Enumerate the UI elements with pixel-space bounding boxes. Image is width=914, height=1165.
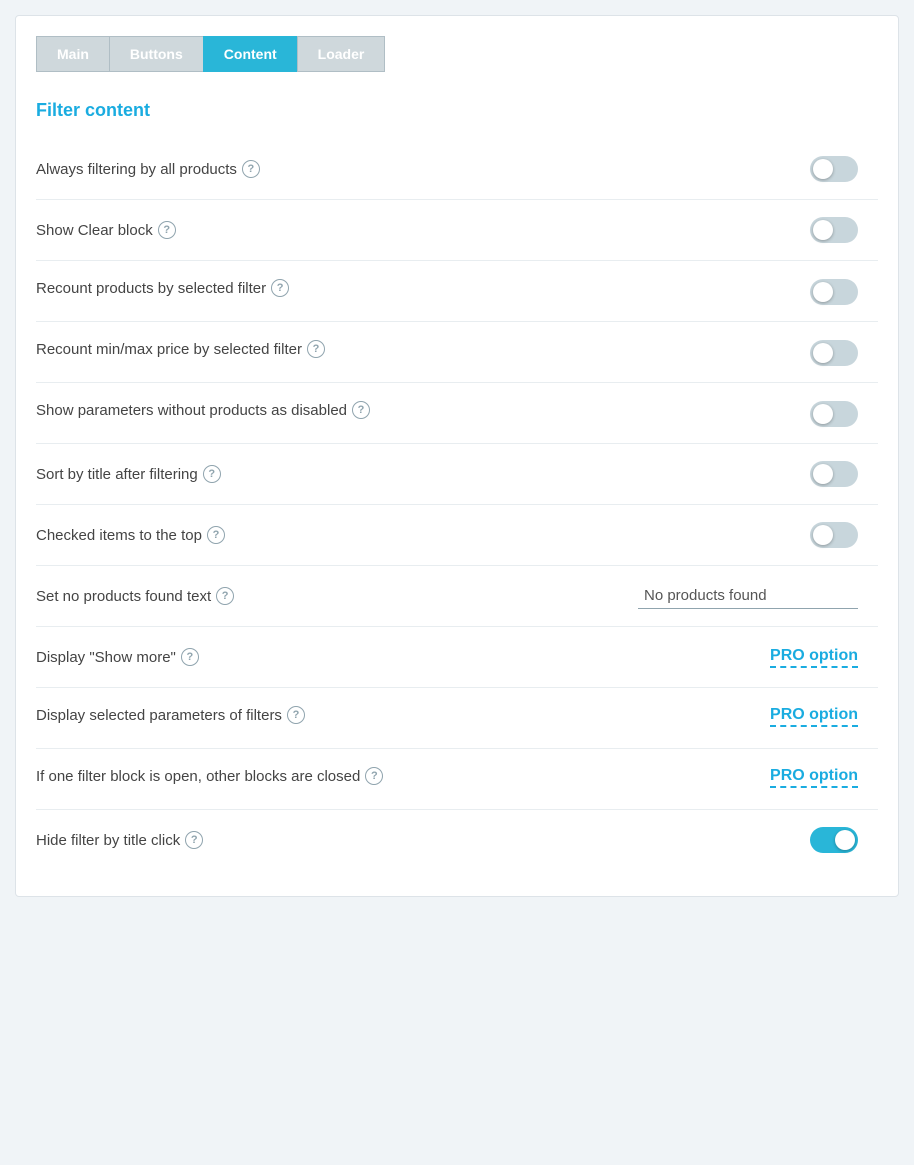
- toggle-sort-by-title[interactable]: [810, 461, 858, 487]
- toggle-track-checked-items-top: [810, 522, 858, 548]
- row-no-products-text: Set no products found text ?: [36, 570, 878, 622]
- settings-panel: Main Buttons Content Loader Filter conte…: [15, 15, 899, 897]
- control-one-filter-open: PRO option: [770, 767, 858, 788]
- label-display-show-more: Display "Show more" ?: [36, 648, 199, 666]
- toggle-thumb-sort-by-title: [813, 464, 833, 484]
- label-display-selected-params: Display selected parameters of filters ?: [36, 706, 305, 724]
- pro-option-display-selected-params[interactable]: PRO option: [770, 706, 858, 727]
- toggle-hide-filter-title[interactable]: [810, 827, 858, 853]
- label-text-recount-products: Recount products by selected filter: [36, 280, 266, 297]
- label-checked-items-top: Checked items to the top ?: [36, 526, 225, 544]
- toggle-thumb-always-filtering: [813, 159, 833, 179]
- toggle-thumb-recount-minmax: [813, 343, 833, 363]
- toggle-thumb-show-clear-block: [813, 220, 833, 240]
- toggle-recount-minmax[interactable]: [810, 340, 858, 366]
- label-recount-minmax: Recount min/max price by selected filter…: [36, 340, 325, 358]
- row-recount-products: Recount products by selected filter ?: [36, 265, 878, 317]
- help-icon-show-parameters[interactable]: ?: [352, 401, 370, 419]
- toggle-track-show-parameters: [810, 401, 858, 427]
- row-one-filter-open: If one filter block is open, other block…: [36, 753, 878, 805]
- toggle-thumb-recount-products: [813, 282, 833, 302]
- label-show-clear-block: Show Clear block ?: [36, 221, 176, 239]
- label-sort-by-title: Sort by title after filtering ?: [36, 465, 221, 483]
- toggle-track-sort-by-title: [810, 461, 858, 487]
- help-icon-display-show-more[interactable]: ?: [181, 648, 199, 666]
- toggle-track-recount-minmax: [810, 340, 858, 366]
- toggle-show-parameters[interactable]: [810, 401, 858, 427]
- label-text-hide-filter-title: Hide filter by title click: [36, 832, 180, 849]
- control-no-products-text: [638, 583, 858, 609]
- toggle-always-filtering[interactable]: [810, 156, 858, 182]
- toggle-checked-items-top[interactable]: [810, 522, 858, 548]
- label-one-filter-open: If one filter block is open, other block…: [36, 767, 383, 785]
- help-icon-recount-products[interactable]: ?: [271, 279, 289, 297]
- help-icon-recount-minmax[interactable]: ?: [307, 340, 325, 358]
- row-checked-items-top: Checked items to the top ?: [36, 509, 878, 561]
- row-show-clear-block: Show Clear block ?: [36, 204, 878, 256]
- label-text-show-clear-block: Show Clear block: [36, 222, 153, 239]
- label-always-filtering: Always filtering by all products ?: [36, 160, 260, 178]
- toggle-track-show-clear-block: [810, 217, 858, 243]
- control-display-show-more: PRO option: [770, 647, 858, 668]
- help-icon-show-clear-block[interactable]: ?: [158, 221, 176, 239]
- label-hide-filter-title: Hide filter by title click ?: [36, 831, 203, 849]
- toggle-thumb-show-parameters: [813, 404, 833, 424]
- toggle-recount-products[interactable]: [810, 279, 858, 305]
- help-icon-checked-items-top[interactable]: ?: [207, 526, 225, 544]
- toggle-show-clear-block[interactable]: [810, 217, 858, 243]
- pro-option-display-show-more[interactable]: PRO option: [770, 647, 858, 668]
- help-icon-display-selected-params[interactable]: ?: [287, 706, 305, 724]
- label-text-display-show-more: Display "Show more": [36, 649, 176, 666]
- control-show-parameters: [810, 401, 858, 427]
- toggle-track-always-filtering: [810, 156, 858, 182]
- label-text-no-products-text: Set no products found text: [36, 588, 211, 605]
- row-sort-by-title: Sort by title after filtering ?: [36, 448, 878, 500]
- control-sort-by-title: [810, 461, 858, 487]
- label-text-always-filtering: Always filtering by all products: [36, 161, 237, 178]
- no-products-text-input[interactable]: [638, 583, 858, 609]
- label-text-recount-minmax: Recount min/max price by selected filter: [36, 341, 302, 358]
- control-recount-minmax: [810, 340, 858, 366]
- control-recount-products: [810, 279, 858, 305]
- label-text-show-parameters: Show parameters without products as disa…: [36, 402, 347, 419]
- tab-loader[interactable]: Loader: [297, 36, 386, 72]
- help-icon-always-filtering[interactable]: ?: [242, 160, 260, 178]
- row-display-selected-params: Display selected parameters of filters ?…: [36, 692, 878, 744]
- help-icon-no-products-text[interactable]: ?: [216, 587, 234, 605]
- row-display-show-more: Display "Show more" ? PRO option: [36, 631, 878, 683]
- control-show-clear-block: [810, 217, 858, 243]
- row-always-filtering: Always filtering by all products ?: [36, 143, 878, 195]
- toggle-track-recount-products: [810, 279, 858, 305]
- tab-content[interactable]: Content: [203, 36, 297, 72]
- control-display-selected-params: PRO option: [770, 706, 858, 727]
- row-recount-minmax: Recount min/max price by selected filter…: [36, 326, 878, 378]
- help-icon-sort-by-title[interactable]: ?: [203, 465, 221, 483]
- toggle-thumb-hide-filter-title: [835, 830, 855, 850]
- toggle-track-hide-filter-title: [810, 827, 858, 853]
- toggle-thumb-checked-items-top: [813, 525, 833, 545]
- label-text-checked-items-top: Checked items to the top: [36, 527, 202, 544]
- tab-bar: Main Buttons Content Loader: [36, 36, 878, 72]
- label-text-one-filter-open: If one filter block is open, other block…: [36, 768, 360, 785]
- label-text-display-selected-params: Display selected parameters of filters: [36, 707, 282, 724]
- section-title: Filter content: [36, 100, 878, 121]
- label-recount-products: Recount products by selected filter ?: [36, 279, 289, 297]
- row-show-parameters: Show parameters without products as disa…: [36, 387, 878, 439]
- label-text-sort-by-title: Sort by title after filtering: [36, 466, 198, 483]
- pro-option-one-filter-open[interactable]: PRO option: [770, 767, 858, 788]
- help-icon-one-filter-open[interactable]: ?: [365, 767, 383, 785]
- control-hide-filter-title: [810, 827, 858, 853]
- help-icon-hide-filter-title[interactable]: ?: [185, 831, 203, 849]
- tab-buttons[interactable]: Buttons: [109, 36, 203, 72]
- label-no-products-text: Set no products found text ?: [36, 587, 234, 605]
- tab-main[interactable]: Main: [36, 36, 109, 72]
- control-always-filtering: [810, 156, 858, 182]
- row-hide-filter-title: Hide filter by title click ?: [36, 814, 878, 866]
- control-checked-items-top: [810, 522, 858, 548]
- label-show-parameters: Show parameters without products as disa…: [36, 401, 370, 419]
